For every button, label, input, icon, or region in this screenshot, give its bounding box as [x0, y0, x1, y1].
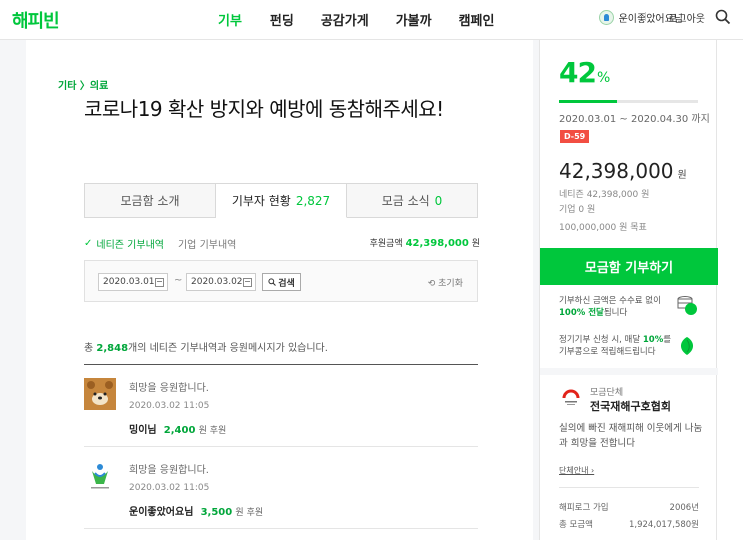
donation-sidebar: 42% 2020.03.01 ~ 2020.04.30 까지 D-59 42,3… [539, 40, 718, 540]
category-breadcrumb[interactable]: 기타 〉의료 [58, 77, 108, 92]
donor-name[interactable]: 밍이님 [129, 425, 157, 436]
search-icon [268, 278, 277, 286]
progress-fill [559, 100, 618, 103]
donor-name[interactable]: 운이좋았어요님 [129, 507, 193, 518]
total-summary: 총 2,848개의 네티즌 기부내역과 응원메시지가 있습니다. [84, 343, 328, 354]
donor-count: 2,827 [295, 193, 331, 208]
check-icon: ✓ [84, 238, 93, 249]
donor-info: 운이좋았어요님 3,500 원 후원 [129, 507, 264, 518]
tab-intro[interactable]: 모금함 소개 [84, 183, 216, 218]
user-avatar-icon [598, 10, 614, 25]
calendar-icon[interactable] [155, 278, 164, 287]
list-item: 희망을 응원합니다. 2020.03.02 11:05 운이좋았어요님 3,50… [84, 447, 478, 529]
donor-subtabs: ✓ 네티즌 기부내역 기업 기부내역 [84, 236, 236, 251]
person-logo-avatar-icon [84, 460, 116, 492]
regular-donation-info: 정기기부 신청 시, 매달 10%를 기부콩으로 적립해드립니다 [559, 335, 672, 357]
nav-store[interactable]: 공감가게 [321, 10, 369, 29]
header-divider [645, 12, 646, 21]
happybean-logo[interactable]: 해피빈 [12, 7, 60, 33]
dday-badge: D-59 [560, 130, 590, 143]
netizen-amount: 네티즌 42,398,000 원 [559, 190, 650, 200]
nav-funding[interactable]: 펀딩 [270, 10, 294, 29]
stats-divider [559, 487, 699, 488]
organization-type: 모금단체 [590, 388, 624, 398]
date-filter: 2020.03.01 ~ 2020.03.02 검색 ⟲ 초기화 [84, 260, 478, 302]
bear-avatar-icon [84, 378, 116, 410]
calendar-icon[interactable] [243, 278, 252, 287]
donation-amount: 2,400 [163, 425, 196, 436]
cheer-message: 희망을 응원합니다. [129, 383, 209, 394]
search-button[interactable]: 검색 [262, 273, 301, 291]
subtab-citizen[interactable]: 네티즌 기부내역 [96, 236, 164, 251]
news-count: 0 [434, 193, 443, 208]
tab-donors[interactable]: 기부자 현황 2,827 [216, 183, 347, 218]
company-amount: 기업 0 원 [559, 205, 596, 215]
date-to-field[interactable]: 2020.03.02 [186, 273, 256, 291]
coin-stack-icon [677, 296, 697, 315]
progress-percent: 42% [559, 56, 610, 89]
nav-visit[interactable]: 가볼까 [396, 10, 432, 29]
bean-icon [680, 337, 694, 355]
donation-amount: 3,500 [200, 507, 233, 518]
raised-amount: 42,398,000 원 [559, 159, 687, 183]
organization-info-link[interactable]: 단체안내 › [559, 465, 594, 476]
cheer-message: 희망을 응원합니다. [129, 465, 209, 476]
fee-info: 기부하신 금액은 수수료 없이 100% 전달됩니다 [559, 296, 661, 318]
nav-campaign[interactable]: 캠페인 [459, 10, 495, 29]
logout-link[interactable]: 로그아웃 [668, 10, 705, 25]
donation-time: 2020.03.02 11:05 [129, 401, 210, 411]
campaign-tabs: 모금함 소개 기부자 현황 2,827 모금 소식 0 [84, 183, 478, 218]
list-item: 희망을 응원합니다. 2020.03.02 11:05 밍이님 2,400 원 … [84, 365, 478, 447]
reset-button[interactable]: ⟲ 초기화 [428, 276, 463, 289]
section-divider [540, 368, 718, 375]
main-nav: 기부 펀딩 공감가게 가볼까 캠페인 [218, 10, 521, 29]
stat-row: 총 모금액 1,924,017,580원 [559, 520, 699, 530]
stat-row: 해피로그 가입 2006년 [559, 503, 699, 513]
organization-logo [562, 389, 580, 405]
donor-info: 밍이님 2,400 원 후원 [129, 425, 227, 436]
total-count: 2,848 [96, 343, 129, 354]
global-nav-bar: 해피빈 기부 펀딩 공감가게 가볼까 캠페인 운이좋았어요님 로그아웃 [0, 0, 743, 40]
date-range-separator: ~ [174, 275, 183, 286]
donation-time: 2020.03.02 11:05 [129, 483, 210, 493]
campaign-period: 2020.03.01 ~ 2020.04.30 까지 [559, 114, 710, 125]
search-icon[interactable] [715, 9, 731, 25]
donation-sum: 후원금액 42,398,000 원 [369, 238, 480, 249]
campaign-title: 코로나19 확산 방지와 예방에 동참해주세요! [84, 97, 444, 121]
organization-description: 실의에 빠진 재해피해 이웃에게 나눔과 희망을 전합니다 [559, 423, 703, 449]
subtab-company[interactable]: 기업 기부내역 [178, 236, 236, 251]
sum-value: 42,398,000 [405, 238, 469, 249]
goal-amount: 100,000,000 원 목표 [559, 223, 647, 233]
date-from-field[interactable]: 2020.03.01 [98, 273, 168, 291]
progress-bar [559, 100, 698, 103]
refresh-icon: ⟲ [427, 279, 436, 289]
donate-button[interactable]: 모금함 기부하기 [540, 248, 718, 285]
organization-name[interactable]: 전국재해구호협회 [590, 398, 671, 414]
tab-news[interactable]: 모금 소식 0 [347, 183, 478, 218]
nav-donate[interactable]: 기부 [218, 10, 242, 29]
